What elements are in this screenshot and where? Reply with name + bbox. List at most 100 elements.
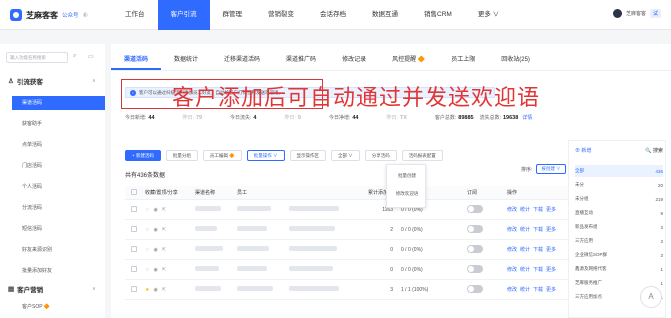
batch-ops-button[interactable]: 批量操作 ∨ [246, 150, 285, 161]
more-link[interactable]: 更多 [546, 287, 556, 293]
subscribe-toggle[interactable] [467, 284, 483, 293]
select-all-checkbox[interactable] [125, 188, 145, 197]
nav-session-archive[interactable]: 会话存档 [307, 0, 359, 30]
staff-edit-button[interactable]: 员工编辑 🔶 [202, 150, 242, 161]
star-filled-icon[interactable]: ★ [145, 287, 149, 293]
row-checkbox[interactable] [125, 245, 145, 254]
group-item[interactable]: 全部 436 [575, 165, 663, 177]
share-icon[interactable]: ⇱ [162, 267, 166, 273]
download-link[interactable]: 下载 [533, 207, 543, 213]
tab-recycle[interactable]: 回收站(25) [488, 50, 543, 70]
row-checkbox[interactable] [125, 225, 145, 234]
nav-workbench[interactable]: 工作台 [112, 0, 158, 30]
menu-edit-welcome[interactable]: 修改欢迎语 [387, 191, 427, 197]
nav-marketing[interactable]: 营销裂变 [255, 0, 307, 30]
star-icon[interactable]: ☆ [145, 207, 149, 213]
details-link[interactable]: 详情 [522, 114, 532, 121]
nav-customer-acquire[interactable]: 客户引流 [157, 0, 210, 30]
sidebar-item-channel-code[interactable]: 渠道活码 [12, 96, 105, 110]
pin-icon[interactable]: ◉ [153, 267, 157, 273]
sidebar-item-assistant[interactable]: 获客助手 [0, 117, 105, 131]
group-item[interactable]: 三方应用 3 [575, 235, 663, 247]
sidebar-item-order-code[interactable]: 点单活码 [0, 138, 105, 152]
share-icon[interactable]: ⇱ [162, 247, 166, 253]
edit-link[interactable]: 修改 [507, 207, 517, 213]
folder-icon[interactable]: ▭ [88, 53, 94, 60]
subscribe-toggle[interactable] [467, 204, 483, 213]
more-link[interactable]: 更多 [546, 267, 556, 273]
download-link[interactable]: 下载 [533, 267, 543, 273]
pin-icon[interactable]: ◉ [153, 227, 157, 233]
pin-icon[interactable]: ◉ [153, 247, 157, 253]
share-icon[interactable]: ⇱ [162, 227, 166, 233]
stats-link[interactable]: 统计 [520, 227, 530, 233]
group-search-button[interactable]: 🔍 搜索 [645, 147, 663, 154]
group-item[interactable]: 企业微信SOP群 3 [575, 249, 663, 261]
sidebar-group-acquire[interactable]: ♙ 引流获客 ∧ [8, 76, 96, 86]
more-link[interactable]: 更多 [546, 207, 556, 213]
sidebar-item-sms-code[interactable]: 短信活码 [0, 222, 105, 236]
stats-link[interactable]: 统计 [520, 267, 530, 273]
sidebar-item-personal-code[interactable]: 个人活码 [0, 180, 105, 194]
stats-link[interactable]: 统计 [520, 247, 530, 253]
tab-channel-code[interactable]: 渠道活码 [111, 50, 162, 70]
nav-more[interactable]: 更多 ∨ [465, 0, 512, 30]
nav-crm[interactable]: 销售CRM [411, 0, 465, 30]
edit-link[interactable]: 修改 [507, 267, 517, 273]
tab-promo[interactable]: 渠道推广码 [273, 50, 329, 70]
filter-select[interactable]: 全部 ∨ [331, 150, 360, 161]
sidebar-item-customer-sop[interactable]: 客户SOP 🔶 [0, 300, 105, 314]
add-group-button[interactable]: ⊕ 新增 [575, 147, 591, 154]
star-icon[interactable]: ☆ [145, 267, 149, 273]
share-icon[interactable]: ⇱ [162, 287, 166, 293]
subscribe-toggle[interactable] [467, 244, 483, 253]
user-menu[interactable]: 芝麻客客 试 [612, 9, 661, 18]
share-icon[interactable]: ⇱ [162, 207, 166, 213]
sidebar-item-store-code[interactable]: 门店活码 [0, 159, 105, 173]
batch-group-button[interactable]: 批量分组 [165, 150, 198, 161]
sidebar-search-input[interactable]: 输入功能名称搜索 [6, 52, 68, 63]
group-item[interactable]: 直播互动 9 [575, 207, 663, 219]
tab-statistics[interactable]: 数据统计 [161, 50, 211, 70]
sort-created-select[interactable]: 按创建 ∨ [536, 164, 566, 174]
star-icon[interactable]: ☆ [145, 247, 149, 253]
subscribe-toggle[interactable] [467, 264, 483, 273]
subscribe-toggle[interactable] [467, 224, 483, 233]
row-checkbox[interactable] [125, 205, 145, 214]
pin-icon[interactable]: ◉ [153, 207, 157, 213]
stats-link[interactable]: 统计 [520, 287, 530, 293]
group-item[interactable]: 未分组 219 [575, 193, 663, 205]
edit-link[interactable]: 修改 [507, 247, 517, 253]
sidebar-item-split-code[interactable]: 分流活码 [0, 201, 105, 215]
group-item[interactable]: 新品发布组 3 [575, 221, 663, 233]
stats-link[interactable]: 统计 [520, 207, 530, 213]
sidebar-group-marketing[interactable]: ▤ 客户营销 ∨ [8, 284, 96, 294]
group-item[interactable]: 鑫源及网络代客 1 [575, 263, 663, 275]
tab-history[interactable]: 修改记录 [329, 50, 379, 70]
new-code-button[interactable]: + 新建活码 [125, 150, 161, 161]
nav-data-sync[interactable]: 数据互通 [359, 0, 411, 30]
tab-staff-limit[interactable]: 员工上限 [438, 50, 488, 70]
brand-sub[interactable]: 公众号 [62, 11, 79, 19]
group-item[interactable]: 未分 20 [575, 179, 663, 191]
row-checkbox[interactable] [125, 265, 145, 274]
edit-link[interactable]: 修改 [507, 227, 517, 233]
tab-migrate[interactable]: 迁移渠道活码 [211, 50, 273, 70]
menu-batch-create[interactable]: 批量创建 [387, 173, 427, 179]
share-code-button[interactable]: 分享活码 [364, 150, 397, 161]
sidebar-item-source-detect[interactable]: 好友来源识别 [0, 243, 105, 257]
row-checkbox[interactable] [125, 285, 145, 294]
nav-group-manage[interactable]: 群管理 [210, 0, 256, 30]
download-link[interactable]: 下载 [533, 287, 543, 293]
show-ops-button[interactable]: 显示操作区 [289, 150, 326, 161]
scroll-top-button[interactable]: A [640, 286, 662, 308]
pin-icon[interactable]: ◉ [153, 287, 157, 293]
tab-risk[interactable]: 风控提醒 🔶 [379, 50, 438, 70]
download-link[interactable]: 下载 [533, 227, 543, 233]
more-link[interactable]: 更多 [546, 227, 556, 233]
search-icon[interactable]: ⌕ [73, 53, 76, 60]
report-config-button[interactable]: 活码报表配置 [401, 150, 443, 161]
brand-logo[interactable]: 芝麻客客 公众号 ⑥ [10, 9, 88, 21]
sidebar-item-batch-add[interactable]: 批量添加好友 [0, 264, 105, 278]
more-link[interactable]: 更多 [546, 247, 556, 253]
